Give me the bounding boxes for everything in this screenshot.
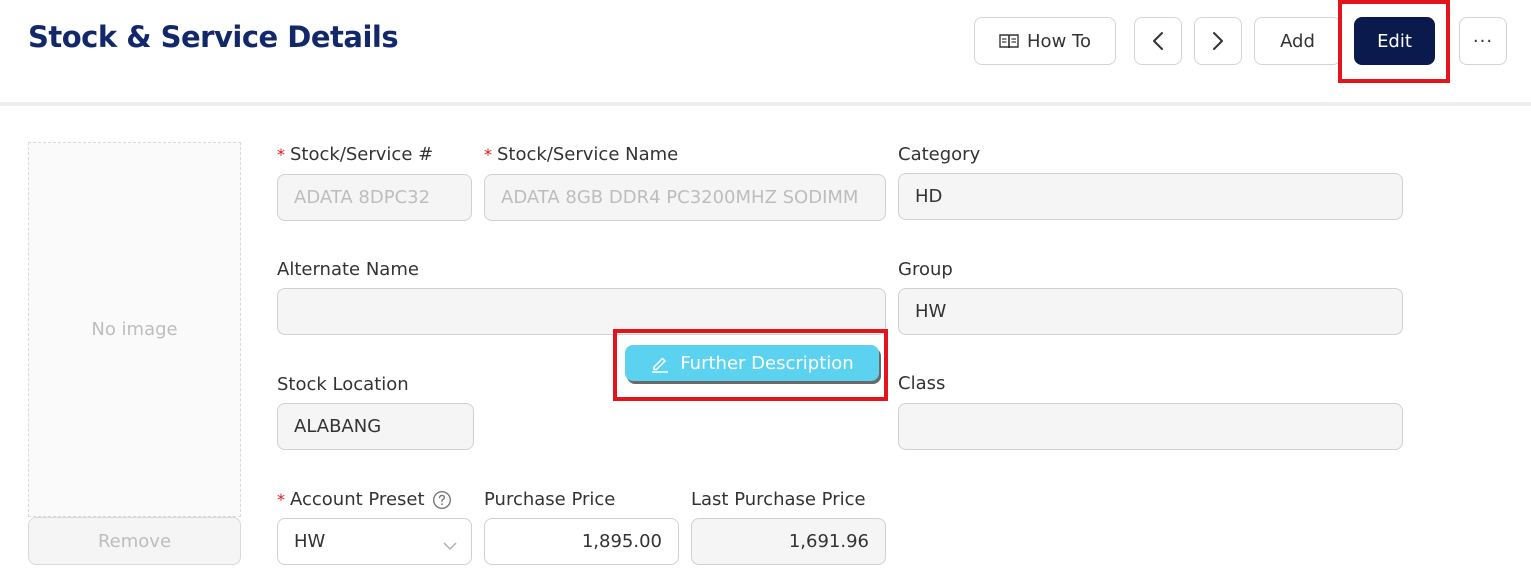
- required-asterisk: *: [277, 145, 285, 164]
- alternate-name-label: Alternate Name: [277, 259, 419, 280]
- stock-location-field[interactable]: ALABANG: [277, 403, 474, 450]
- class-field[interactable]: [898, 403, 1403, 450]
- edit-highlight-box: [1338, 0, 1450, 83]
- stock-number-label-text: Stock/Service #: [290, 144, 434, 165]
- stock-name-label: * Stock/Service Name: [484, 144, 678, 165]
- category-label: Category: [898, 144, 981, 165]
- stock-name-label-text: Stock/Service Name: [497, 144, 679, 165]
- account-preset-label: * Account Preset: [277, 489, 452, 510]
- stock-number-label: * Stock/Service #: [277, 144, 433, 165]
- chevron-right-icon: [1212, 31, 1224, 51]
- previous-button[interactable]: [1134, 17, 1182, 65]
- image-placeholder[interactable]: No image: [28, 142, 241, 517]
- group-field[interactable]: HW: [898, 288, 1403, 335]
- alternate-name-field[interactable]: [277, 288, 886, 335]
- further-description-highlight-box: [613, 329, 888, 401]
- how-to-button[interactable]: How To: [974, 17, 1116, 65]
- how-to-label: How To: [1027, 30, 1091, 52]
- account-preset-label-text: Account Preset: [290, 489, 425, 510]
- page-title: Stock & Service Details: [28, 20, 399, 54]
- purchase-price-field[interactable]: 1,895.00: [484, 518, 679, 565]
- header-bar: Stock & Service Details How To Add Edit …: [0, 0, 1531, 106]
- next-button[interactable]: [1194, 17, 1242, 65]
- last-purchase-price-field[interactable]: 1,691.96: [691, 518, 886, 565]
- required-asterisk: *: [277, 490, 285, 509]
- more-options-button[interactable]: ···: [1459, 17, 1507, 65]
- stock-number-field[interactable]: ADATA 8DPC32: [277, 174, 472, 221]
- account-preset-select[interactable]: HW: [277, 518, 472, 565]
- account-preset-value: HW: [294, 531, 326, 552]
- stock-location-label: Stock Location: [277, 374, 409, 395]
- chevron-down-icon: [443, 535, 457, 556]
- no-image-text: No image: [91, 319, 178, 340]
- purchase-price-label: Purchase Price: [484, 489, 616, 510]
- category-field[interactable]: HD: [898, 173, 1403, 220]
- last-purchase-price-label: Last Purchase Price: [691, 489, 866, 510]
- stock-name-field[interactable]: ADATA 8GB DDR4 PC3200MHZ SODIMM: [484, 174, 886, 221]
- help-circle-icon[interactable]: [432, 490, 452, 510]
- required-asterisk: *: [484, 145, 492, 164]
- book-icon: [999, 33, 1019, 49]
- remove-image-button[interactable]: Remove: [28, 517, 241, 565]
- group-label: Group: [898, 259, 953, 280]
- chevron-left-icon: [1152, 31, 1164, 51]
- class-label: Class: [898, 373, 946, 394]
- add-button[interactable]: Add: [1254, 17, 1341, 65]
